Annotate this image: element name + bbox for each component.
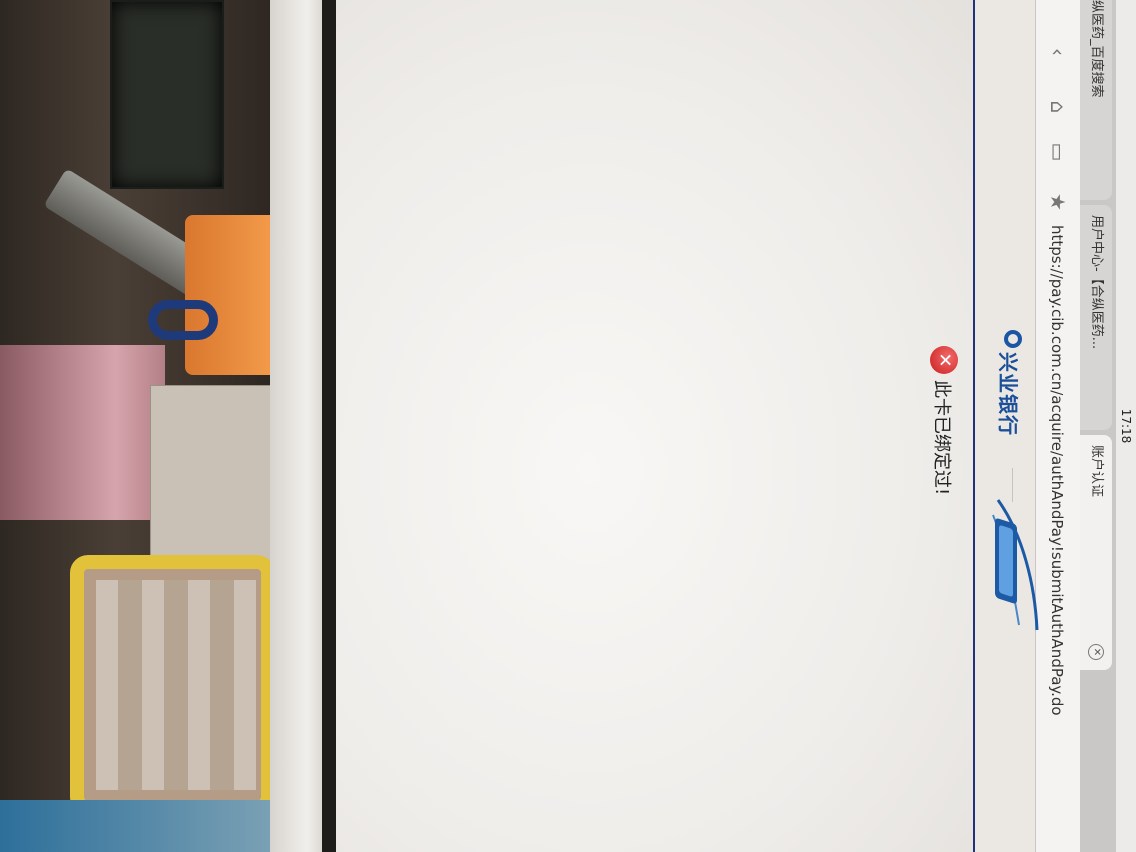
tab-account-auth[interactable]: 账户认证 ✕ [1080,435,1112,670]
error-message: 此卡已绑定过! [931,380,952,496]
bank-logo: 兴业银行 [996,330,1026,460]
status-time: 17:18 [1119,408,1133,444]
background-box [110,0,224,189]
device-screen: 17:18 纵医药_百度搜索 用户中心-【合纵医药... 账户认证 ✕ ‹ ⌂ … [336,0,1136,852]
logo-divider [1012,468,1013,502]
background-tray-contents [96,580,256,790]
device-bezel-edge [322,0,336,852]
page-content [336,0,973,852]
tab-label: 用户中心-【合纵医药... [1089,215,1104,350]
tab-strip: 纵医药_百度搜索 用户中心-【合纵医药... 账户认证 ✕ [1080,0,1116,852]
back-icon[interactable]: ‹ [1046,40,1070,64]
header-divider [973,0,975,852]
background-card [150,385,272,567]
error-icon: ✕ [930,346,958,374]
close-icon[interactable]: ✕ [1088,644,1104,660]
tab-baidu-search[interactable]: 纵医药_百度搜索 [1080,0,1112,200]
background-cloth [0,345,165,520]
status-bar: 17:18 [1116,0,1136,852]
brand-swoosh-icon [992,499,1039,631]
tab-label: 纵医药_百度搜索 [1089,0,1104,98]
brand-logo [983,495,1043,635]
bank-name: 兴业银行 [996,352,1020,436]
bank-mark-icon [1004,330,1022,348]
tab-label: 账户认证 [1089,445,1104,498]
home-icon[interactable]: ⌂ [1046,95,1070,119]
address-bar[interactable]: https://pay.cib.com.cn/acquire/authAndPa… [1046,225,1068,716]
browser-toolbar: ‹ ⌂ ▭ ★ https://pay.cib.com.cn/acquire/a… [1035,0,1080,852]
bookmark-star-icon[interactable]: ★ [1046,190,1070,214]
background-cup [185,215,270,375]
tabs-icon[interactable]: ▭ [1046,140,1070,164]
tab-user-center[interactable]: 用户中心-【合纵医药... [1080,205,1112,430]
background-blue-object [0,800,270,852]
background-clip [148,300,218,340]
